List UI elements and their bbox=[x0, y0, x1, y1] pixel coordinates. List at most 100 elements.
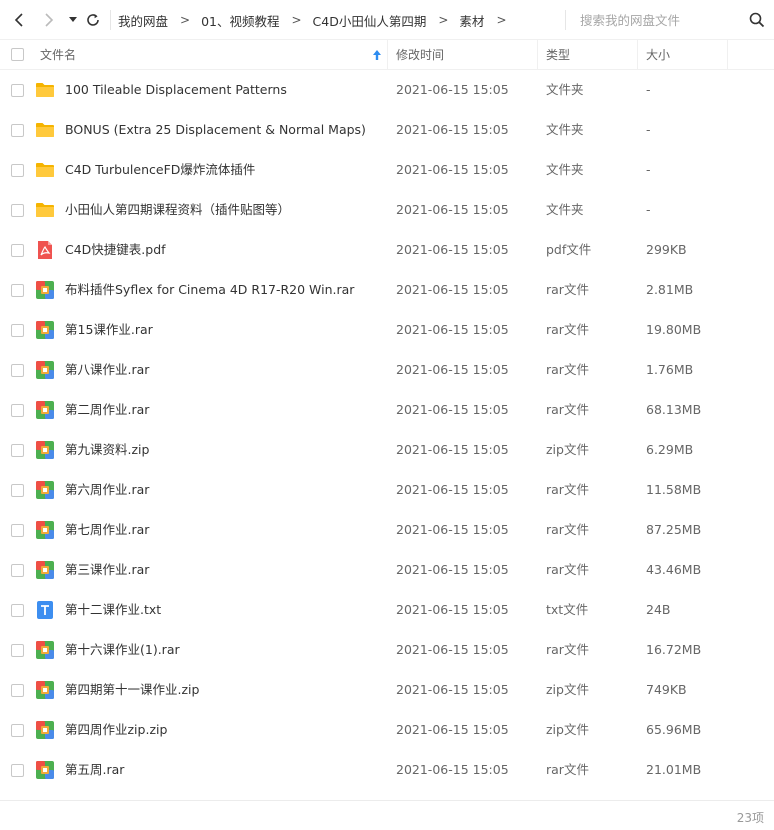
file-name[interactable]: C4D快捷键表.pdf bbox=[65, 230, 166, 270]
archive-file-icon bbox=[35, 680, 55, 700]
row-checkbox[interactable] bbox=[11, 284, 24, 297]
archive-file-icon bbox=[35, 360, 55, 380]
file-row[interactable]: BONUS (Extra 25 Displacement & Normal Ma… bbox=[0, 110, 774, 150]
file-modified: 2021-06-15 15:05 bbox=[396, 82, 509, 97]
file-size: 19.80MB bbox=[646, 322, 702, 337]
caret-down-icon[interactable] bbox=[62, 8, 84, 32]
column-header-type[interactable]: 类型 bbox=[546, 40, 570, 70]
file-size: 68.13MB bbox=[646, 402, 702, 417]
chevron-right-icon[interactable] bbox=[38, 8, 60, 32]
row-checkbox[interactable] bbox=[11, 564, 24, 577]
file-name[interactable]: 第15课作业.rar bbox=[65, 310, 153, 350]
row-checkbox[interactable] bbox=[11, 84, 24, 97]
file-row[interactable]: 第十六课作业(1).rar 2021-06-15 15:05 rar文件 16.72M… bbox=[0, 630, 774, 670]
file-name[interactable]: 第六周作业.rar bbox=[65, 470, 149, 510]
file-type: zip文件 bbox=[546, 442, 589, 457]
breadcrumb-item[interactable]: 我的网盘 bbox=[118, 11, 168, 30]
row-checkbox[interactable] bbox=[11, 684, 24, 697]
file-row[interactable]: 小田仙人第四期课程资料（插件贴图等） 2021-06-15 15:05 文件夹 - bbox=[0, 190, 774, 230]
file-name[interactable]: 第七周作业.rar bbox=[65, 510, 149, 550]
archive-file-icon bbox=[35, 320, 55, 340]
file-size: - bbox=[646, 82, 651, 97]
column-divider[interactable] bbox=[727, 40, 728, 70]
file-row[interactable]: 布料插件Syflex for Cinema 4D R17-R20 Win.rar… bbox=[0, 270, 774, 310]
row-checkbox[interactable] bbox=[11, 204, 24, 217]
row-checkbox[interactable] bbox=[11, 364, 24, 377]
text-file-icon bbox=[35, 600, 55, 620]
file-row[interactable]: 第四周作业zip.zip 2021-06-15 15:05 zip文件 65.96MB bbox=[0, 710, 774, 750]
row-checkbox[interactable] bbox=[11, 484, 24, 497]
file-row[interactable]: 第15课作业.rar 2021-06-15 15:05 rar文件 19.80MB bbox=[0, 310, 774, 350]
breadcrumb-item[interactable]: 素材 bbox=[459, 11, 484, 30]
file-modified: 2021-06-15 15:05 bbox=[396, 442, 509, 457]
file-name[interactable]: 第二周作业.rar bbox=[65, 390, 149, 430]
archive-file-icon bbox=[35, 720, 55, 740]
file-modified: 2021-06-15 15:05 bbox=[396, 402, 509, 417]
file-row[interactable]: 第五周.rar 2021-06-15 15:05 rar文件 21.01MB bbox=[0, 750, 774, 790]
select-all-checkbox[interactable] bbox=[11, 48, 24, 61]
file-row[interactable]: 第六周作业.rar 2021-06-15 15:05 rar文件 11.58MB bbox=[0, 470, 774, 510]
row-checkbox[interactable] bbox=[11, 404, 24, 417]
file-name[interactable]: C4D TurbulenceFD爆炸流体插件 bbox=[65, 150, 255, 190]
column-divider[interactable] bbox=[537, 40, 538, 70]
row-checkbox[interactable] bbox=[11, 124, 24, 137]
row-checkbox[interactable] bbox=[11, 764, 24, 777]
file-row[interactable]: 第七周作业.rar 2021-06-15 15:05 rar文件 87.25MB bbox=[0, 510, 774, 550]
folder-icon bbox=[35, 160, 55, 180]
row-checkbox[interactable] bbox=[11, 164, 24, 177]
folder-icon bbox=[35, 120, 55, 140]
chevron-left-icon[interactable] bbox=[8, 8, 30, 32]
column-header-size[interactable]: 大小 bbox=[646, 40, 670, 70]
column-divider[interactable] bbox=[387, 40, 388, 70]
row-checkbox[interactable] bbox=[11, 324, 24, 337]
file-row-partial[interactable] bbox=[0, 790, 774, 800]
column-divider[interactable] bbox=[637, 40, 638, 70]
file-row[interactable]: 100 Tileable Displacement Patterns 2021-0… bbox=[0, 70, 774, 110]
archive-file-icon bbox=[35, 280, 55, 300]
file-row[interactable]: 第八课作业.rar 2021-06-15 15:05 rar文件 1.76MB bbox=[0, 350, 774, 390]
column-header-name[interactable]: 文件名 bbox=[40, 40, 76, 70]
file-name[interactable]: 第四周作业zip.zip bbox=[65, 710, 167, 750]
file-name[interactable]: 第九课资料.zip bbox=[65, 430, 149, 470]
archive-file-icon bbox=[35, 480, 55, 500]
file-row[interactable]: 第十二课作业.txt 2021-06-15 15:05 txt文件 24B bbox=[0, 590, 774, 630]
search-input[interactable] bbox=[580, 10, 750, 30]
file-row[interactable]: 第九课资料.zip 2021-06-15 15:05 zip文件 6.29MB bbox=[0, 430, 774, 470]
file-size: 87.25MB bbox=[646, 522, 702, 537]
file-modified: 2021-06-15 15:05 bbox=[396, 642, 509, 657]
archive-file-icon bbox=[35, 440, 55, 460]
file-name[interactable]: 小田仙人第四期课程资料（插件贴图等） bbox=[65, 190, 290, 230]
file-name[interactable]: 第三课作业.rar bbox=[65, 550, 149, 590]
file-name[interactable]: 第四期第十一课作业.zip bbox=[65, 670, 199, 710]
row-checkbox[interactable] bbox=[11, 604, 24, 617]
sort-ascending-icon[interactable] bbox=[371, 49, 383, 61]
file-name[interactable]: 布料插件Syflex for Cinema 4D R17-R20 Win.rar bbox=[65, 270, 354, 310]
file-name[interactable]: 100 Tileable Displacement Patterns bbox=[65, 70, 287, 110]
file-row[interactable]: 第三课作业.rar 2021-06-15 15:05 rar文件 43.46MB bbox=[0, 550, 774, 590]
file-list: 100 Tileable Displacement Patterns 2021-0… bbox=[0, 70, 774, 800]
file-name[interactable]: 第十六课作业(1).rar bbox=[65, 630, 180, 670]
row-checkbox[interactable] bbox=[11, 444, 24, 457]
breadcrumb-separator: > bbox=[180, 13, 191, 27]
file-row[interactable]: 第四期第十一课作业.zip 2021-06-15 15:05 zip文件 749KB bbox=[0, 670, 774, 710]
row-checkbox[interactable] bbox=[11, 724, 24, 737]
row-checkbox[interactable] bbox=[11, 524, 24, 537]
file-modified: 2021-06-15 15:05 bbox=[396, 762, 509, 777]
column-header-modified[interactable]: 修改时间 bbox=[396, 40, 444, 70]
file-name[interactable]: 第五周.rar bbox=[65, 750, 124, 790]
row-checkbox[interactable] bbox=[11, 644, 24, 657]
refresh-icon[interactable] bbox=[82, 8, 104, 32]
file-list-header: 文件名 修改时间 类型 大小 bbox=[0, 40, 774, 70]
file-modified: 2021-06-15 15:05 bbox=[396, 322, 509, 337]
breadcrumb-item[interactable]: C4D小田仙人第四期 bbox=[313, 11, 427, 30]
file-row[interactable]: 第二周作业.rar 2021-06-15 15:05 rar文件 68.13MB bbox=[0, 390, 774, 430]
file-row[interactable]: C4D TurbulenceFD爆炸流体插件 2021-06-15 15:05 文件… bbox=[0, 150, 774, 190]
search-icon[interactable] bbox=[749, 12, 765, 28]
row-checkbox[interactable] bbox=[11, 244, 24, 257]
file-row[interactable]: C4D快捷键表.pdf 2021-06-15 15:05 pdf文件 299KB bbox=[0, 230, 774, 270]
file-name[interactable]: BONUS (Extra 25 Displacement & Normal Ma… bbox=[65, 110, 366, 150]
file-name[interactable]: 第八课作业.rar bbox=[65, 350, 149, 390]
file-name[interactable]: 第十二课作业.txt bbox=[65, 590, 161, 630]
breadcrumb-item[interactable]: 01、视频教程 bbox=[201, 11, 279, 30]
breadcrumb-separator: > bbox=[496, 13, 507, 27]
